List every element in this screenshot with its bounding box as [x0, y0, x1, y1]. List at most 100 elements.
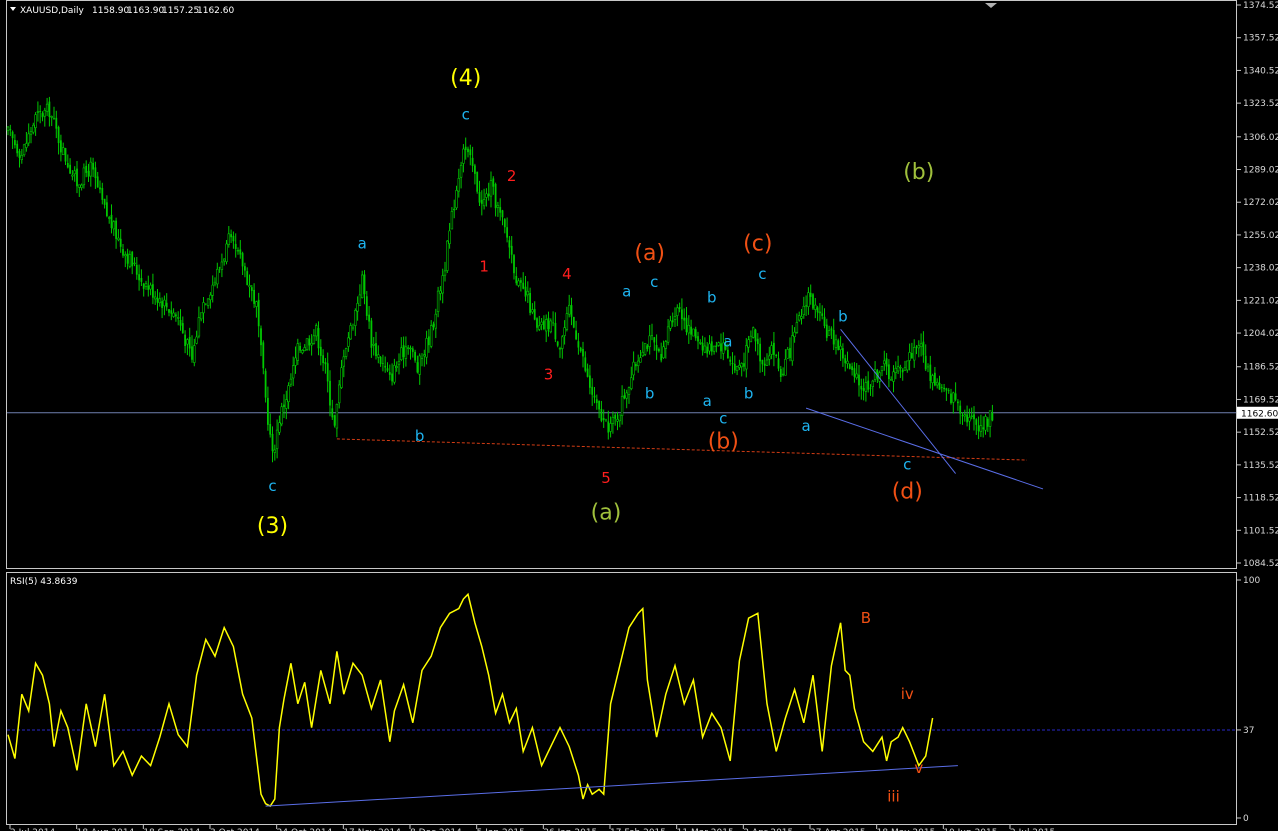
candle-body-up — [797, 315, 801, 321]
candle-body-down — [950, 393, 952, 404]
candle-body-up — [36, 111, 40, 113]
candle-body-up — [517, 280, 520, 286]
candle-body-down — [48, 101, 51, 117]
candle-body-down — [11, 131, 14, 139]
candle-body-down — [14, 140, 16, 146]
candle-body-down — [779, 368, 782, 377]
candle-body-up — [561, 336, 564, 349]
candle-body-down — [533, 309, 536, 320]
candle-body-down — [570, 305, 573, 317]
candle-body-down — [600, 408, 603, 421]
wave-label: (d) — [892, 480, 923, 505]
candle-body-up — [781, 373, 785, 376]
candle-body-up — [197, 317, 201, 337]
candle-body-down — [825, 324, 828, 338]
candle-body-down — [241, 253, 244, 267]
candle-body-up — [418, 355, 421, 375]
candle-body-down — [188, 337, 191, 349]
candle-body-up — [27, 133, 30, 144]
wave-label: b — [744, 385, 754, 403]
candle-body-down — [122, 249, 124, 256]
candle-body-up — [908, 352, 911, 361]
candle-body-down — [973, 414, 975, 420]
candle-body-up — [666, 326, 670, 343]
candle-body-down — [492, 178, 495, 187]
wave-label: c — [903, 456, 911, 474]
candle-body-down — [317, 328, 320, 349]
candle-body-down — [658, 348, 660, 352]
price-tick-label: 1289.02 — [1243, 166, 1278, 176]
candle-body-down — [522, 282, 525, 289]
candle-body-up — [34, 114, 37, 128]
candle-body-down — [885, 358, 888, 367]
candle-body-up — [344, 348, 348, 357]
candle-body-down — [773, 342, 775, 355]
candle-body-down — [579, 347, 582, 352]
candle-body-down — [384, 365, 387, 368]
candle-body-down — [184, 334, 186, 346]
rsi-wave-label: iv — [901, 685, 914, 703]
candle-body-down — [170, 310, 173, 314]
current-price-label: 1162.60 — [1241, 409, 1278, 419]
candle-body-down — [41, 113, 44, 118]
chart-canvas: XAUUSD,Daily 1158.90 1163.90 1157.25 116… — [0, 0, 1278, 831]
candle-body-down — [469, 149, 472, 156]
candle-body-up — [404, 346, 408, 359]
candle-body-down — [39, 111, 42, 112]
candle-body-down — [858, 374, 860, 386]
candle-body-down — [165, 302, 168, 308]
candle-body-down — [901, 369, 904, 373]
price-tick-label: 1118.52 — [1243, 494, 1278, 504]
candle-body-down — [232, 235, 235, 242]
candle-body-down — [264, 370, 267, 398]
wave-label: 3 — [544, 365, 554, 383]
wave-label: (a) — [591, 501, 622, 526]
candle-body-up — [970, 415, 973, 418]
candle-body-up — [814, 304, 817, 310]
price-tick-label: 1186.52 — [1243, 363, 1278, 373]
candle-body-up — [669, 320, 672, 329]
candle-body-down — [503, 219, 506, 228]
candle-body-down — [69, 164, 71, 174]
candle-body-down — [763, 363, 766, 366]
candle-body-up — [6, 126, 10, 131]
candle-body-up — [687, 325, 691, 334]
candle-body-down — [754, 329, 757, 342]
candle-body-up — [202, 302, 205, 314]
candle-body-down — [915, 346, 918, 348]
rsi-wave-label: B — [861, 609, 871, 627]
wave-label: a — [622, 283, 631, 301]
ohlc-low: 1157.25 — [162, 6, 199, 16]
candle-body-up — [356, 303, 359, 312]
candle-body-up — [193, 345, 196, 363]
candle-body-up — [305, 338, 309, 350]
candle-body-up — [963, 414, 967, 417]
candle-body-up — [216, 268, 219, 285]
candle-body-up — [917, 345, 921, 349]
candle-body-down — [365, 296, 368, 316]
candle-body-down — [607, 421, 610, 433]
candle-body-down — [92, 162, 94, 170]
candle-body-up — [45, 103, 49, 112]
price-tick-label: 1323.52 — [1243, 99, 1278, 109]
candle-body-up — [434, 313, 437, 329]
candle-body-up — [213, 281, 217, 285]
candle-body-up — [372, 343, 375, 346]
price-tick-label: 1221.02 — [1243, 296, 1278, 306]
candle-body-down — [319, 346, 322, 356]
candle-body-down — [204, 303, 207, 305]
candle-body-up — [223, 258, 226, 262]
candle-body-down — [589, 375, 591, 388]
candle-body-up — [227, 233, 230, 245]
candle-body-down — [501, 210, 504, 218]
candle-body-up — [531, 309, 534, 313]
candle-body-down — [934, 372, 936, 386]
candle-body-down — [135, 264, 138, 275]
candle-body-up — [871, 380, 875, 387]
candle-body-down — [60, 140, 62, 153]
candle-body-down — [922, 341, 925, 356]
candle-body-up — [273, 449, 276, 453]
candle-body-down — [685, 317, 688, 333]
ohlc-high: 1163.90 — [127, 6, 164, 16]
candle-body-up — [889, 379, 893, 381]
